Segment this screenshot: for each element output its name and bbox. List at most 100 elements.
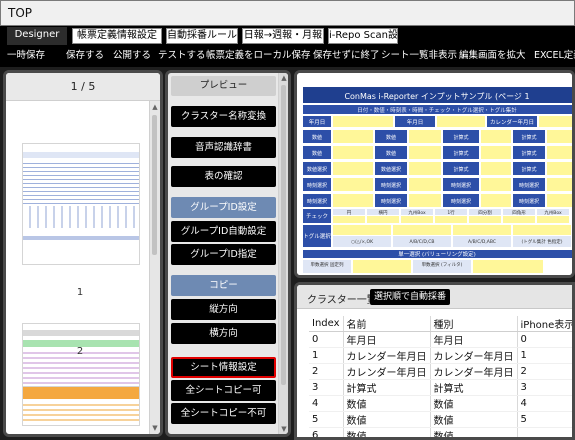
enlarge-edit-view-button[interactable]: 編集画面を拡大	[459, 48, 526, 64]
page-indicator: 1 / 5	[6, 73, 160, 101]
sheet-preview-panel: ConMas i-Reporter インプットサンプル (ページ 1 日付・数値…	[294, 70, 575, 278]
thumbnail-scrollbar[interactable]: ▲ ▼	[149, 101, 160, 434]
page-number: 1	[76, 287, 84, 298]
svg-text:カレンダー年月日: カレンダー年月日	[490, 118, 534, 126]
sheet-label-text: 計算式	[521, 134, 536, 141]
copy-vertical-button[interactable]: 縦方向	[171, 299, 276, 320]
tab-designer[interactable]: Designer	[7, 27, 67, 45]
sheet-option-text: 四角形	[512, 209, 526, 216]
table-row[interactable]: 2 カレンダー年月日 カレンダー年月日 2	[309, 363, 572, 380]
column-header-type[interactable]: 種別	[429, 316, 518, 332]
sheet-toggle-input	[393, 225, 451, 235]
scroll-up-icon[interactable]: ▲	[150, 103, 160, 111]
table-cell: 2	[309, 363, 344, 380]
preview-button[interactable]: プレビュー	[171, 76, 276, 96]
sheet-preview-canvas[interactable]: ConMas i-Reporter インプットサンプル (ページ 1 日付・数値…	[297, 73, 572, 275]
hide-sheet-list-button[interactable]: シート一覧非表示	[381, 48, 457, 64]
sheet-option-text: 九州Box	[408, 209, 426, 216]
column-header-iphone-order[interactable]: iPhone表示順	[516, 316, 572, 332]
sheet-input-cell	[547, 178, 572, 191]
window-title: TOP	[8, 6, 33, 20]
group-id-specify-button[interactable]: グループID指定	[171, 244, 276, 265]
publish-button[interactable]: 公開する	[113, 48, 151, 64]
tab-form-definition-settings[interactable]: 帳票定義情報設定	[72, 28, 162, 44]
tab-daily-to-weekly-monthly[interactable]: 日報→週報・月報	[242, 28, 324, 44]
copy-horizontal-button[interactable]: 横方向	[171, 323, 276, 344]
sheet-check-input	[537, 216, 569, 223]
svg-text:単一選択 (バリューリング設定): 単一選択 (バリューリング設定)	[398, 250, 476, 258]
copy-header: コピー	[171, 275, 276, 296]
table-row[interactable]: 3 計算式 計算式 3	[309, 379, 572, 396]
table-cell: 1	[516, 347, 572, 364]
table-row[interactable]: 5 数値 数値 5	[309, 411, 572, 428]
group-id-settings-header: グループID設定	[171, 197, 276, 218]
sheet-input-cell	[333, 162, 373, 175]
sheet-check-input	[333, 216, 365, 223]
scroll-down-icon[interactable]: ▼	[279, 425, 288, 433]
sheet-thumbnail[interactable]	[22, 143, 140, 265]
test-button[interactable]: テストする	[158, 48, 206, 64]
sheet-label-text: 計算式	[521, 150, 536, 157]
table-row[interactable]: 4 数値 数値 4	[309, 395, 572, 412]
sheet-option-text: 横円	[379, 209, 388, 216]
table-cell: 数値	[429, 427, 518, 437]
scrollbar-thumb[interactable]	[152, 115, 157, 255]
group-id-auto-button[interactable]: グループID自動設定	[171, 221, 276, 242]
table-check-button[interactable]: 表の確認	[171, 166, 276, 187]
application-window: TOP Designer 帳票定義情報設定 自動採番ルール 日報→週報・月報 i…	[0, 0, 575, 440]
sheet-input-cell	[333, 146, 373, 159]
column-header-index[interactable]: Index	[309, 316, 344, 332]
column-header-name[interactable]: 名前	[342, 316, 431, 332]
table-row[interactable]: 6 数値 数値	[309, 427, 572, 437]
scroll-down-icon[interactable]: ▼	[150, 424, 160, 432]
button-panel-scrollbar[interactable]: ▲ ▼	[278, 73, 288, 434]
save-button[interactable]: 保存する	[66, 48, 104, 64]
sheet-input-cell	[409, 194, 441, 207]
table-cell: 3	[516, 379, 572, 396]
auto-number-by-selection-button[interactable]: 選択順で自動採番	[370, 289, 451, 305]
sheet-label-text: 時刻選択	[519, 198, 539, 205]
table-cell: 1	[309, 347, 344, 364]
table-cell: 0	[516, 331, 572, 348]
table-row[interactable]: 0 年月日 年月日 0	[309, 331, 572, 348]
sheet-toggle-text: A/B/C/D,ABC	[468, 239, 496, 245]
table-row[interactable]: 1 カレンダー年月日 カレンダー年月日 1	[309, 347, 572, 364]
cluster-rename-button[interactable]: クラスター名称変換	[171, 106, 276, 127]
sheet-input-cell	[481, 130, 511, 143]
table-cell: 5	[516, 411, 572, 428]
svg-text:単数選択 固定列: 単数選択 固定列	[311, 261, 344, 268]
sheet-toggle-input	[453, 225, 511, 235]
sheet-label-text: 数値	[312, 150, 322, 157]
sheet-toggle-input	[333, 225, 391, 235]
table-cell: 数値	[342, 411, 431, 428]
table-cell: 数値	[342, 427, 431, 437]
svg-text:単数選択 (フィルタ): 単数選択 (フィルタ)	[422, 261, 463, 268]
sheet-toggle-text: A/B/C/D,CB	[410, 239, 435, 245]
excel-definition-button[interactable]: EXCEL定義	[534, 48, 575, 64]
table-cell: 数値	[342, 395, 431, 412]
save-definition-local-button[interactable]: 帳票定義をローカル保存	[206, 48, 311, 64]
tab-irepo-scan-settings[interactable]: i-Repo Scan設定	[328, 28, 398, 44]
cluster-list-header: クラスター一覧 選択順で自動採番	[297, 285, 572, 309]
scroll-up-icon[interactable]: ▲	[279, 74, 288, 82]
sheet-label-text: 計算式	[453, 150, 468, 157]
sheet-label-text: 計算式	[453, 166, 468, 173]
table-cell: カレンダー年月日	[342, 363, 431, 380]
sheet-info-settings-button[interactable]: シート情報設定	[171, 357, 276, 378]
voice-dictionary-button[interactable]: 音声認識辞書	[171, 137, 276, 158]
tab-bar: Designer 帳票定義情報設定 自動採番ルール 日報→週報・月報 i-Rep…	[0, 26, 575, 45]
function-button-panel: プレビュー クラスター名称変換 音声認識辞書 表の確認 グループID設定 グルー…	[165, 70, 291, 437]
exit-without-saving-button[interactable]: 保存せずに終了	[313, 48, 380, 64]
scrollbar-thumb[interactable]	[281, 85, 286, 385]
all-sheets-copy-disallowed-button[interactable]: 全シートコピー不可	[171, 403, 276, 424]
tab-auto-numbering-rules[interactable]: 自動採番ルール	[166, 28, 238, 44]
sheet-label-text: 数値	[386, 150, 396, 157]
sheet-input-cell	[333, 130, 373, 143]
sheet-thumbnail[interactable]	[22, 386, 140, 426]
sheet-toggle-text: (トグル集計 色指定)	[522, 238, 563, 245]
table-cell: 2	[516, 363, 572, 380]
page-number: 2	[76, 346, 84, 357]
temp-save-button[interactable]: 一時保存	[7, 48, 45, 64]
all-sheets-copy-allowed-button[interactable]: 全シートコピー可	[171, 380, 276, 401]
sheet-label-text: 時刻選択	[381, 182, 401, 189]
